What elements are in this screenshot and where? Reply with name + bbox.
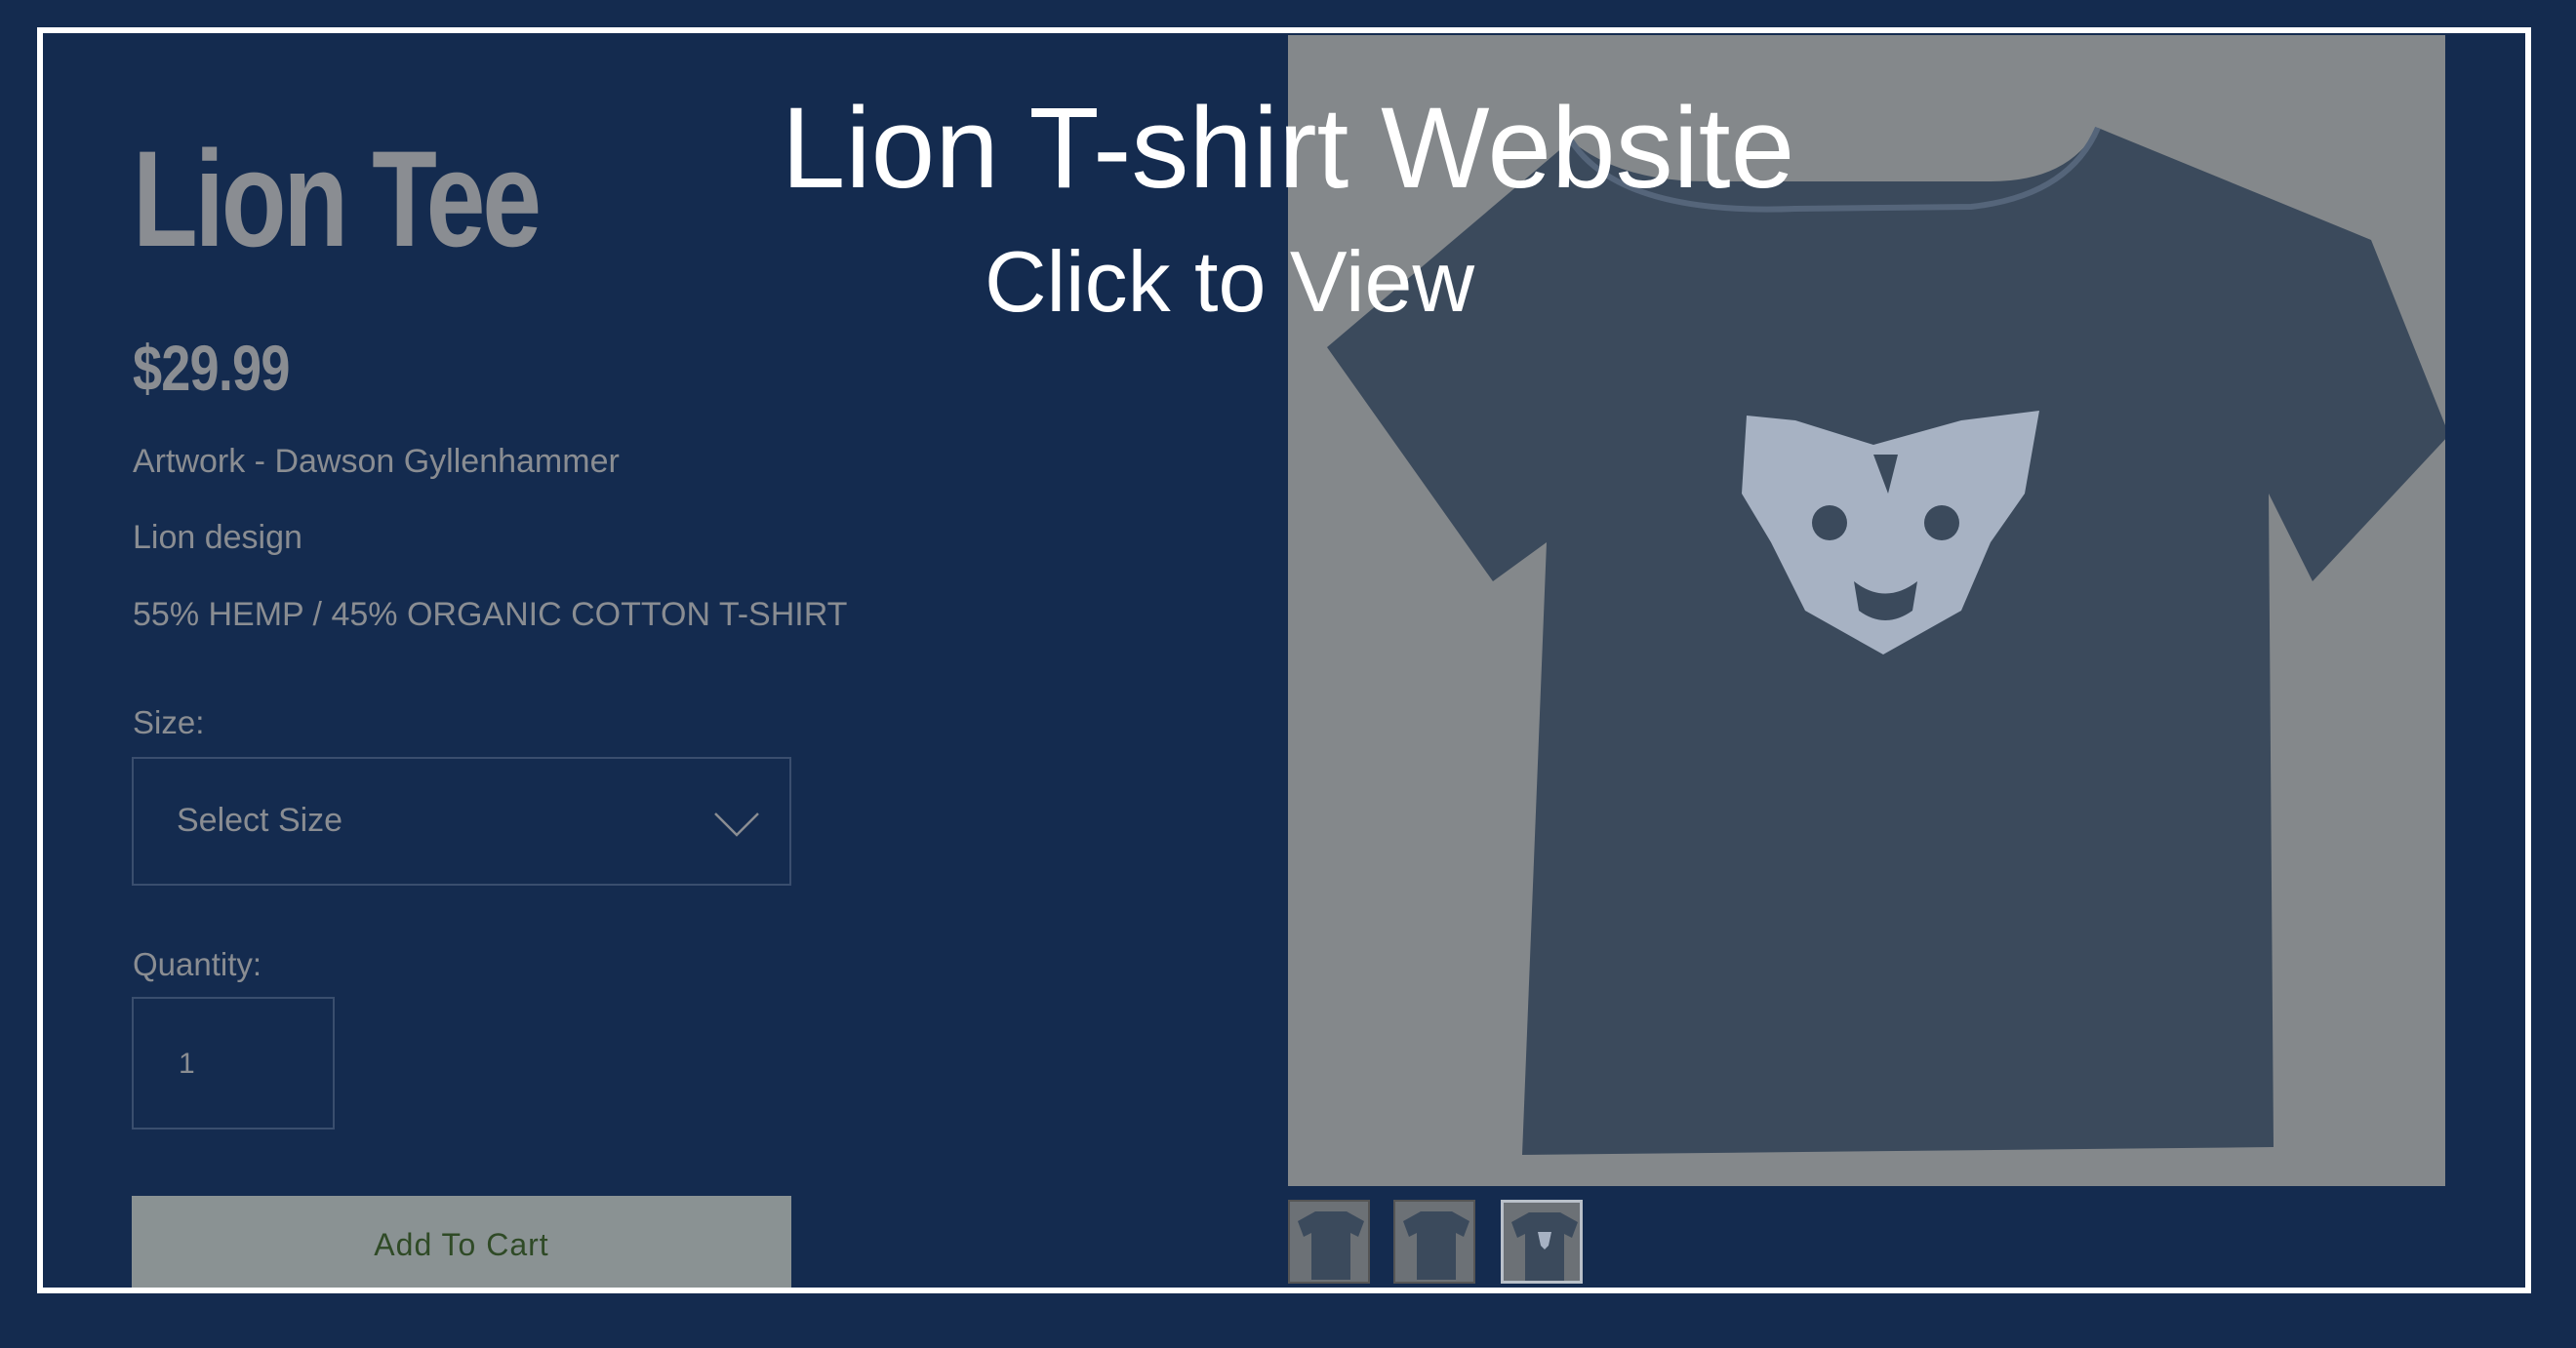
quantity-input[interactable]: 1 xyxy=(132,997,335,1130)
size-label: Size: xyxy=(133,704,205,740)
gallery-thumbnail[interactable] xyxy=(1393,1200,1475,1284)
tshirt-thumbnail-image xyxy=(1504,1203,1580,1281)
product-page[interactable]: Lion Tee $29.99 Artwork - Dawson Gyllenh… xyxy=(43,33,2525,1288)
add-to-cart-button[interactable]: Add To Cart xyxy=(132,1196,791,1288)
overlay-subtitle[interactable]: Click to View xyxy=(0,232,2517,332)
add-to-cart-label: Add To Cart xyxy=(374,1227,549,1262)
product-artist: Artwork - Dawson Gyllenhammer xyxy=(133,443,620,480)
overlay-title[interactable]: Lion T-shirt Website xyxy=(0,82,2576,215)
product-material: 55% HEMP / 45% ORGANIC COTTON T-SHIRT xyxy=(133,596,848,633)
chevron-down-icon xyxy=(714,813,759,837)
size-select-value: Select Size xyxy=(177,802,343,839)
quantity-label: Quantity: xyxy=(133,946,262,982)
gallery-thumbnail[interactable] xyxy=(1288,1200,1370,1284)
product-price: $29.99 xyxy=(133,332,290,404)
tshirt-thumbnail-image xyxy=(1395,1202,1473,1282)
gallery-thumbnail-selected[interactable] xyxy=(1501,1200,1583,1284)
tshirt-thumbnail-image xyxy=(1290,1202,1368,1282)
product-design: Lion design xyxy=(133,519,302,556)
size-select[interactable]: Select Size xyxy=(132,757,791,886)
quantity-value: 1 xyxy=(179,1048,195,1080)
